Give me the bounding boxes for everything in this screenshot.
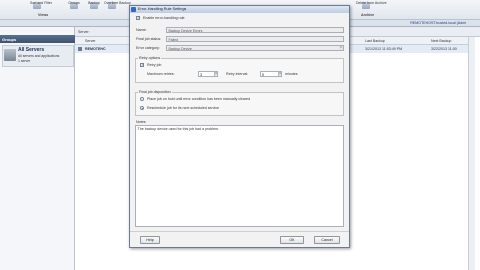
spinner-arrows-icon[interactable]: ⇕ — [214, 72, 217, 76]
final-disposition-title: Final job disposition — [138, 90, 172, 94]
sort-filter-button[interactable]: Sort and Filter — [30, 1, 52, 5]
views-group-label: Views — [38, 13, 49, 17]
chevron-down-icon: ▼ — [339, 46, 343, 50]
final-disposition-group — [135, 92, 344, 116]
delete-archive-label: Delete from Archive — [356, 1, 387, 5]
final-status-label: Final job status: — [136, 37, 162, 41]
retry-interval-spinner[interactable]: 5 ⇕ — [260, 71, 282, 77]
notes-label: Notes: — [136, 120, 147, 124]
dialog-app-icon — [131, 7, 136, 12]
retry-interval-label: Retry interval: — [226, 72, 249, 76]
groups-button[interactable]: Groups — [66, 1, 82, 5]
spinner-arrows-icon[interactable]: ⇕ — [278, 72, 281, 76]
hold-job-radio[interactable] — [140, 97, 144, 101]
reschedule-job-label: Reschedule job for its next scheduled se… — [147, 106, 220, 110]
overtime-backup-button[interactable]: Overtime Backup — [104, 1, 131, 5]
delete-archive-button[interactable]: Delete from Archive — [356, 1, 387, 5]
enable-rule-label: Enable error-handling rule — [143, 16, 185, 20]
ok-button[interactable]: OK — [280, 236, 304, 244]
retry-job-label: Retry job — [147, 63, 162, 67]
minutes-label: minutes — [285, 72, 298, 76]
error-category-value: Backup Device — [168, 46, 192, 51]
server-status: REMOTEHOST.trusted.local (Admi — [410, 21, 466, 25]
final-status-field[interactable]: Failed — [166, 36, 344, 42]
server-group-icon — [4, 49, 16, 61]
reschedule-job-radio[interactable] — [140, 106, 144, 110]
overtime-backup-label: Overtime Backup — [104, 1, 131, 5]
row-last-backup: 3/21/2013 11:53:49 PM — [365, 46, 403, 51]
server-filter-label: Server: — [78, 30, 90, 34]
all-servers-title: All Servers — [18, 47, 45, 53]
dialog-divider — [130, 231, 349, 232]
max-retries-label: Maximum retries: — [147, 72, 175, 76]
retry-job-checkbox[interactable]: ✓ — [140, 63, 144, 67]
col-server[interactable]: Server — [85, 39, 96, 43]
groups-label: Groups — [68, 1, 80, 5]
all-servers-subtitle: All servers and applications — [18, 54, 60, 58]
server-row-icon — [78, 47, 82, 51]
retry-interval-value: 5 — [262, 72, 264, 77]
cancel-button[interactable]: Cancel — [314, 236, 340, 244]
vertical-scrollbar[interactable] — [468, 37, 475, 270]
backup-button[interactable]: Backup — [86, 1, 102, 5]
retry-options-group — [135, 58, 344, 83]
all-servers-count: 1 server — [18, 59, 31, 63]
col-last-backup[interactable]: Last Backup — [365, 39, 385, 43]
groups-header: Groups — [0, 35, 75, 43]
name-field[interactable]: Backup Device Errors — [166, 27, 344, 33]
dialog-title: Error-Handling Rule Settings — [138, 7, 187, 11]
row-next-backup: 3/22/2013 11:00 — [431, 46, 457, 51]
enable-rule-checkbox[interactable]: ✓ — [136, 16, 140, 20]
max-retries-value: 3 — [200, 72, 202, 77]
sort-filter-label: Sort and Filter — [30, 1, 52, 5]
hold-job-label: Place job on hold until error condition … — [147, 97, 251, 101]
retry-options-title: Retry options — [138, 56, 162, 60]
error-category-label: Error category: — [136, 46, 160, 50]
dialog-title-bar: Error-Handling Rule Settings — [130, 6, 349, 13]
help-button[interactable]: Help — [140, 236, 160, 244]
row-server: REMOTEHC — [85, 46, 106, 51]
col-next-backup[interactable]: Next Backup — [431, 39, 451, 43]
max-retries-spinner[interactable]: 3 ⇕ — [198, 71, 218, 77]
error-category-field[interactable]: Backup Device ▼ — [166, 45, 344, 51]
name-label: Name: — [136, 28, 147, 32]
archive-group-label: Archive — [361, 13, 375, 17]
notes-textarea[interactable]: The backup device used for this job had … — [135, 125, 344, 227]
backup-label: Backup — [88, 1, 100, 5]
